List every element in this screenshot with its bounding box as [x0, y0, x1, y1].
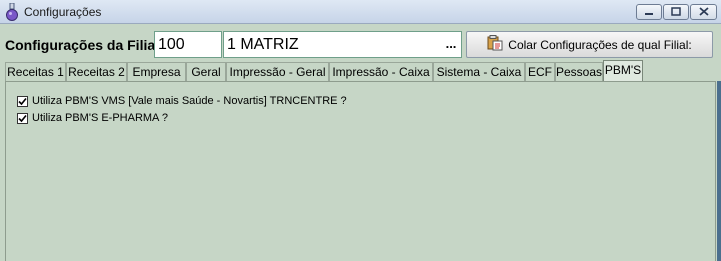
pbms-tab-panel: Utiliza PBM'S VMS [Vale mais Saúde - Nov…	[5, 81, 716, 261]
vms-label: Utiliza PBM'S VMS [Vale mais Saúde - Nov…	[32, 95, 347, 107]
tab-pessoas[interactable]: Pessoas	[555, 62, 603, 82]
tab-pbms[interactable]: PBM'S	[603, 60, 643, 82]
tab-empresa[interactable]: Empresa	[127, 62, 186, 82]
epharma-checkbox[interactable]	[17, 112, 28, 124]
filial-label: Configurações da Filial:	[5, 37, 164, 53]
window-title: Configurações	[24, 5, 102, 19]
vms-option[interactable]: Utiliza PBM'S VMS [Vale mais Saúde - Nov…	[17, 95, 347, 107]
paste-icon	[487, 35, 503, 54]
window-titlebar: Configurações	[0, 0, 721, 24]
epharma-option[interactable]: Utiliza PBM'S E-PHARMA ?	[17, 112, 168, 124]
epharma-label: Utiliza PBM'S E-PHARMA ?	[32, 112, 168, 124]
maximize-button[interactable]	[663, 4, 689, 20]
tab-receitas-2[interactable]: Receitas 2	[66, 62, 127, 82]
filial-code-input[interactable]	[154, 31, 222, 58]
paste-settings-button[interactable]: Colar Configurações de qual Filial:	[466, 31, 713, 58]
close-button[interactable]	[690, 4, 717, 20]
flask-icon	[5, 2, 19, 21]
window-border	[717, 81, 721, 261]
minimize-button[interactable]	[636, 4, 662, 20]
tab-receitas-1[interactable]: Receitas 1	[5, 62, 66, 82]
filial-name-input[interactable]	[223, 31, 462, 58]
vms-checkbox[interactable]	[17, 95, 28, 107]
tab-geral[interactable]: Geral	[186, 62, 226, 82]
minimize-icon	[644, 5, 654, 19]
filial-lookup-button[interactable]: ...	[442, 33, 460, 56]
tab-ecf[interactable]: ECF	[525, 62, 555, 82]
maximize-icon	[671, 5, 681, 19]
tab-impressao-geral[interactable]: Impressão - Geral	[226, 62, 329, 82]
tab-sistema-caixa[interactable]: Sistema - Caixa	[433, 62, 525, 82]
tab-impressao-caixa[interactable]: Impressão - Caixa	[329, 62, 433, 82]
close-icon	[698, 5, 709, 19]
paste-settings-label: Colar Configurações de qual Filial:	[508, 37, 692, 52]
